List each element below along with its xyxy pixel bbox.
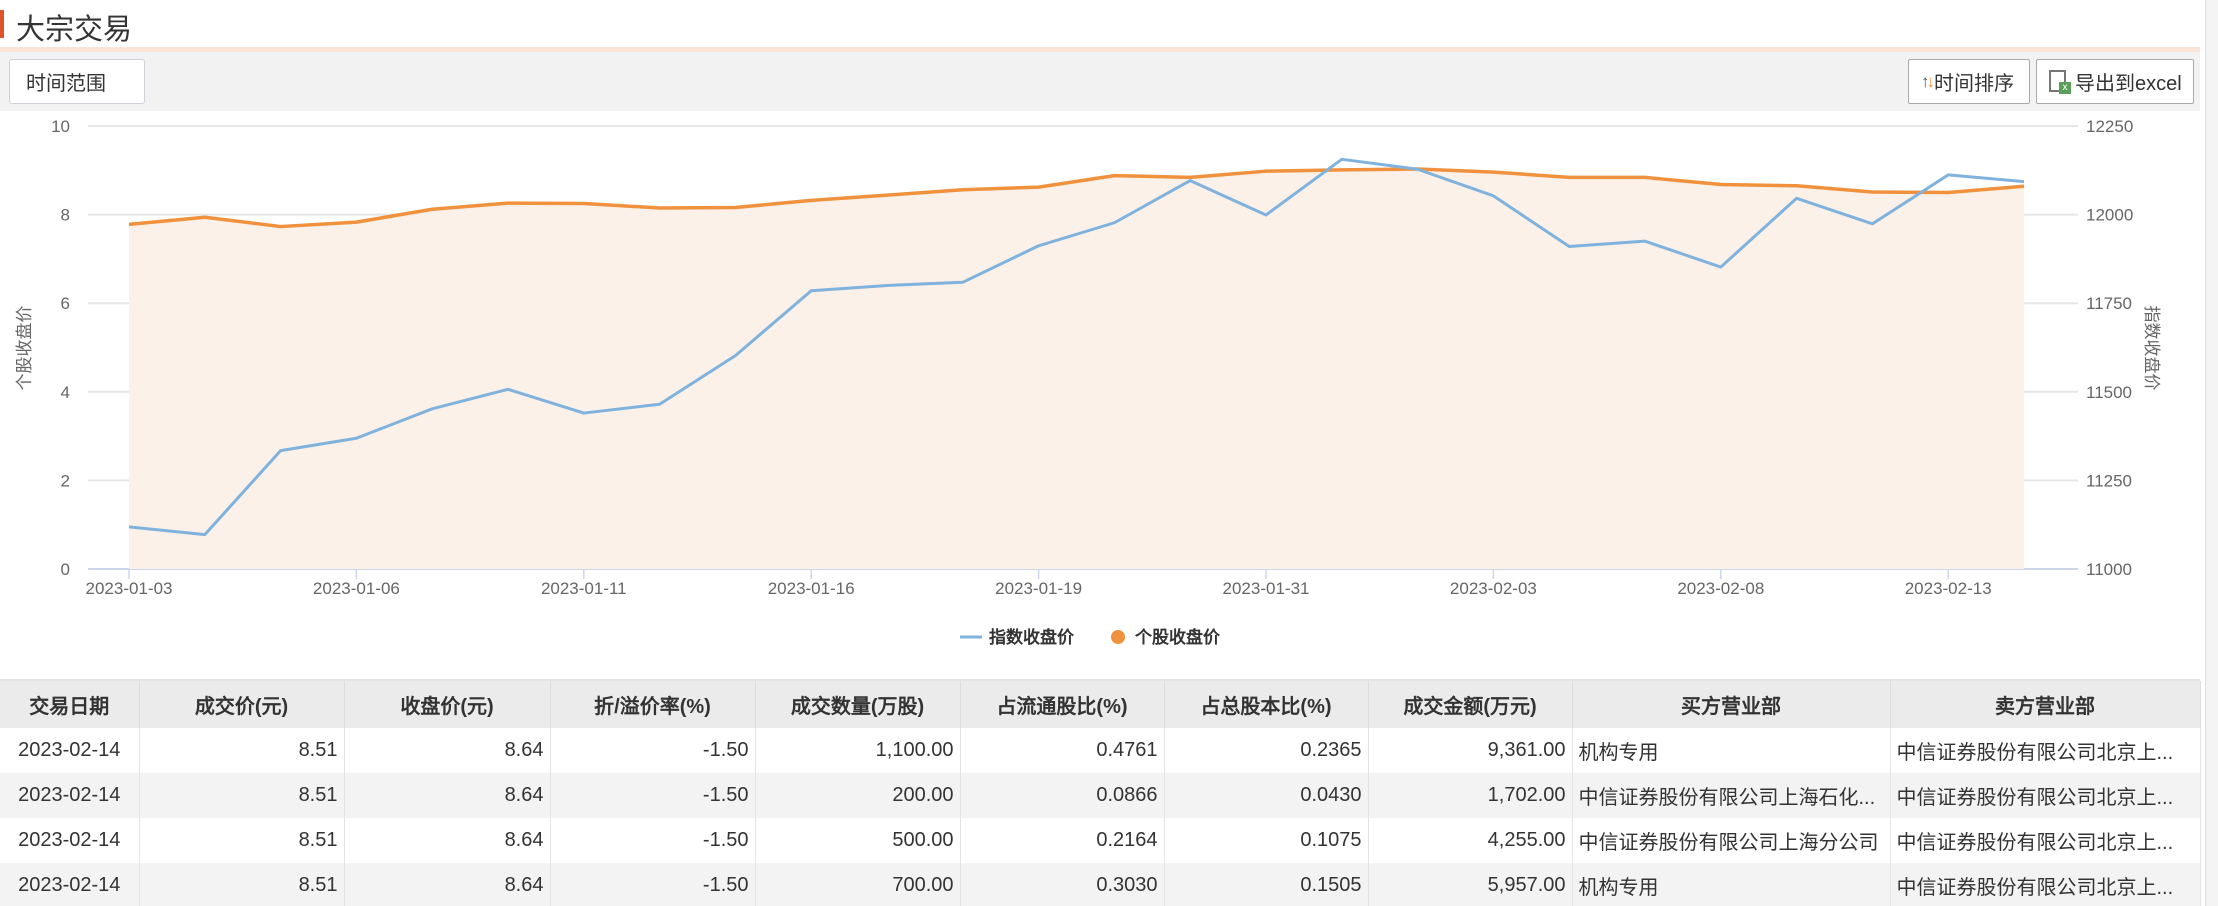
table-row: 2023-02-14 8.51 8.64 -1.50 500.00 0.2164 0.107… <box>0 818 2201 863</box>
legend-index-label: 指数收盘价 <box>989 627 1075 647</box>
cell-float-share-ratio: 0.3030 <box>960 863 1165 906</box>
cell-amount: 1,702.00 <box>1368 773 1573 818</box>
left-y-tick-label: 0 <box>61 560 70 579</box>
x-tick-label: 2023-01-16 <box>768 579 855 598</box>
block-trade-panel: 大宗交易 时间范围 ↑↓ 时间排序 x 导出到excel 0 11000 2 1125… <box>0 0 2218 906</box>
cell-deal-price: 8.51 <box>139 728 345 773</box>
time-range-label: 时间范围 <box>26 73 106 95</box>
cell-float-share-ratio: 0.2164 <box>960 818 1165 863</box>
cell-deal-price: 8.51 <box>139 863 345 906</box>
left-y-tick-label: 8 <box>61 206 70 225</box>
cell-volume: 500.00 <box>755 818 961 863</box>
cell-deal-price: 8.51 <box>139 773 345 818</box>
right-axis-title: 指数收盘价 <box>2142 306 2161 391</box>
right-y-tick-label: 11750 <box>2086 294 2132 313</box>
export-excel-button[interactable]: x 导出到excel <box>2036 59 2194 104</box>
column-header-deal-price[interactable]: 成交价(元) <box>139 681 345 728</box>
title-accent-bar <box>0 10 4 38</box>
cell-buyer-branch: 机构专用 <box>1572 863 1891 906</box>
column-header-amount[interactable]: 成交金额(万元) <box>1368 681 1573 728</box>
cell-buyer-branch: 机构专用 <box>1572 728 1891 773</box>
cell-amount: 9,361.00 <box>1368 728 1573 773</box>
cell-trade-date: 2023-02-14 <box>0 773 140 818</box>
excel-icon: x <box>2049 69 2071 94</box>
time-sort-button[interactable]: ↑↓ 时间排序 <box>1908 59 2030 104</box>
vertical-scrollbar[interactable] <box>2205 0 2218 906</box>
block-trade-table: 交易日期 成交价(元) 收盘价(元) 折/溢价率(%) 成交数量(万股) 占流通股比(%)… <box>0 681 2201 906</box>
cell-float-share-ratio: 0.4761 <box>960 728 1165 773</box>
column-header-buyer-branch[interactable]: 买方营业部 <box>1572 681 1891 728</box>
x-tick-label: 2023-02-13 <box>1905 579 1992 598</box>
x-tick-label: 2023-02-08 <box>1677 579 1764 598</box>
cell-seller-branch: 中信证券股份有限公司北京上... <box>1890 773 2201 818</box>
cell-close-price: 8.64 <box>344 728 551 773</box>
left-y-tick-label: 10 <box>51 117 70 136</box>
panel-header: 大宗交易 <box>0 0 2200 47</box>
chart-legend: 指数收盘价 个股收盘价 <box>960 627 1221 647</box>
time-range-button[interactable]: 时间范围 <box>9 59 145 104</box>
legend-stock-label: 个股收盘价 <box>1134 627 1221 647</box>
right-y-tick-label: 11250 <box>2086 471 2132 490</box>
toolbar: 时间范围 ↑↓ 时间排序 x 导出到excel <box>0 52 2200 111</box>
cell-seller-branch: 中信证券股份有限公司北京上... <box>1890 818 2201 863</box>
cell-float-share-ratio: 0.0866 <box>960 773 1165 818</box>
cell-trade-date: 2023-02-14 <box>0 863 140 906</box>
cell-premium-rate: -1.50 <box>550 863 756 906</box>
cell-premium-rate: -1.50 <box>550 728 756 773</box>
export-excel-label: 导出到excel <box>2075 73 2182 95</box>
price-chart: 0 11000 2 11250 4 11500 6 11750 8 12000 10 12250 个股收… <box>15 117 2161 647</box>
time-sort-label: 时间排序 <box>1934 73 2014 95</box>
cell-trade-date: 2023-02-14 <box>0 818 140 863</box>
column-header-total-share-ratio[interactable]: 占总股本比(%) <box>1164 681 1369 728</box>
cell-volume: 700.00 <box>755 863 961 906</box>
column-header-close-price[interactable]: 收盘价(元) <box>344 681 551 728</box>
x-tick-label: 2023-01-31 <box>1223 579 1310 598</box>
x-tick-label: 2023-01-06 <box>313 579 400 598</box>
left-y-tick-label: 6 <box>61 294 70 313</box>
stock-price-area <box>129 168 2024 569</box>
cell-trade-date: 2023-02-14 <box>0 728 140 773</box>
table-row: 2023-02-14 8.51 8.64 -1.50 700.00 0.3030 0.150… <box>0 863 2201 906</box>
table-row: 2023-02-14 8.51 8.64 -1.50 1,100.00 0.4761 0.2… <box>0 728 2201 773</box>
right-y-tick-label: 11000 <box>2086 560 2132 579</box>
cell-amount: 4,255.00 <box>1368 818 1573 863</box>
cell-buyer-branch: 中信证券股份有限公司上海分公司 <box>1572 818 1891 863</box>
x-tick-label: 2023-01-03 <box>86 579 173 598</box>
table-header-row: 交易日期 成交价(元) 收盘价(元) 折/溢价率(%) 成交数量(万股) 占流通股比(%)… <box>0 681 2201 728</box>
column-header-float-share-ratio[interactable]: 占流通股比(%) <box>960 681 1165 728</box>
right-y-tick-label: 12250 <box>2086 117 2133 136</box>
legend-stock-dot-icon <box>1111 630 1125 644</box>
column-header-premium-rate[interactable]: 折/溢价率(%) <box>550 681 756 728</box>
cell-seller-branch: 中信证券股份有限公司北京上... <box>1890 863 2201 906</box>
cell-close-price: 8.64 <box>344 863 551 906</box>
sort-arrows-icon: ↑↓ <box>1921 71 1935 91</box>
x-tick-label: 2023-02-03 <box>1450 579 1537 598</box>
cell-buyer-branch: 中信证券股份有限公司上海石化... <box>1572 773 1891 818</box>
cell-premium-rate: -1.50 <box>550 818 756 863</box>
cell-premium-rate: -1.50 <box>550 773 756 818</box>
cell-total-share-ratio: 0.0430 <box>1164 773 1369 818</box>
right-y-tick-label: 11500 <box>2086 383 2132 402</box>
page-title: 大宗交易 <box>16 14 133 46</box>
cell-deal-price: 8.51 <box>139 818 345 863</box>
x-tick-label: 2023-01-19 <box>995 579 1082 598</box>
x-tick-label: 2023-01-11 <box>541 579 627 598</box>
cell-amount: 5,957.00 <box>1368 863 1573 906</box>
cell-volume: 200.00 <box>755 773 961 818</box>
cell-seller-branch: 中信证券股份有限公司北京上... <box>1890 728 2201 773</box>
column-header-trade-date[interactable]: 交易日期 <box>0 681 140 728</box>
column-header-seller-branch[interactable]: 卖方营业部 <box>1890 681 2201 728</box>
table-row: 2023-02-14 8.51 8.64 -1.50 200.00 0.0866 0.043… <box>0 773 2201 818</box>
cell-close-price: 8.64 <box>344 818 551 863</box>
left-axis-title: 个股收盘价 <box>15 306 34 391</box>
cell-volume: 1,100.00 <box>755 728 961 773</box>
cell-close-price: 8.64 <box>344 773 551 818</box>
cell-total-share-ratio: 0.2365 <box>1164 728 1369 773</box>
left-y-tick-label: 4 <box>61 383 70 402</box>
cell-total-share-ratio: 0.1505 <box>1164 863 1369 906</box>
cell-total-share-ratio: 0.1075 <box>1164 818 1369 863</box>
right-y-tick-label: 12000 <box>2086 206 2133 225</box>
left-y-tick-label: 2 <box>61 471 70 490</box>
column-header-volume[interactable]: 成交数量(万股) <box>755 681 961 728</box>
